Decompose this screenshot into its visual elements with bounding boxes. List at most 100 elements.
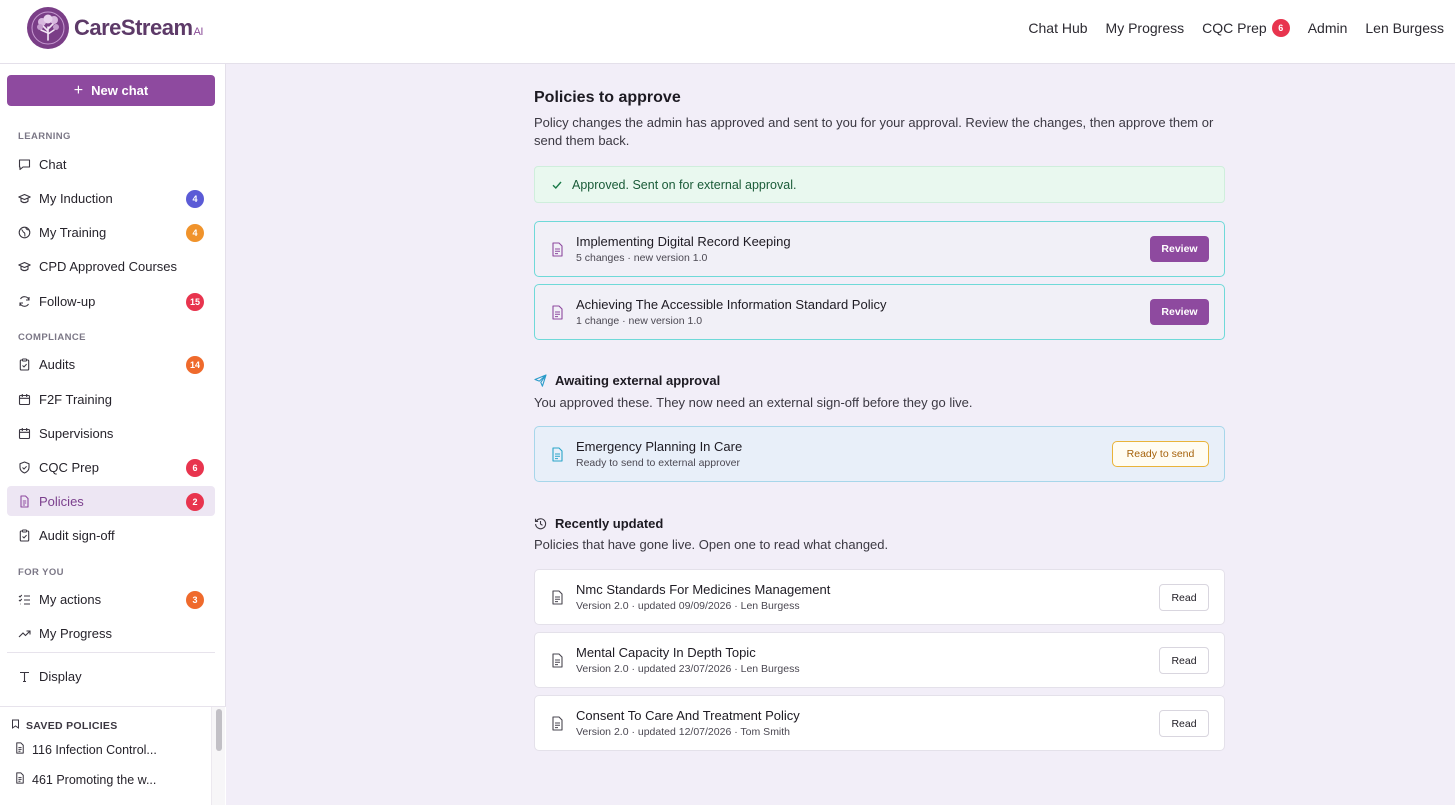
- text-type-icon: [18, 670, 31, 683]
- saved-policies-heading: SAVED POLICIES: [11, 719, 118, 732]
- policy-title: Nmc Standards For Medicines Management: [576, 582, 831, 597]
- sidebar-item-label: CQC Prep: [39, 459, 99, 475]
- section-label-learning: LEARNING: [18, 131, 71, 142]
- tree-logo-icon: [27, 7, 69, 49]
- top-header: CareStreamAI Chat Hub My Progress CQC Pr…: [0, 0, 1455, 64]
- sidebar-item-cpd-courses[interactable]: CPD Approved Courses: [7, 251, 215, 281]
- shield-check-icon: [18, 460, 31, 474]
- count-badge: 14: [185, 356, 204, 374]
- brand-suffix: AI: [193, 26, 204, 38]
- sidebar-item-label: My Progress: [39, 625, 112, 641]
- count-badge: 3: [186, 591, 204, 609]
- saved-policies-label: SAVED POLICIES: [26, 719, 118, 732]
- sidebar-item-f2f-training[interactable]: F2F Training: [7, 384, 215, 414]
- sidebar-item-label: Audits: [39, 356, 76, 372]
- nav-cqc-prep-badge: 6: [1271, 19, 1290, 37]
- sidebar-item-my-actions[interactable]: My actions 3: [7, 584, 215, 614]
- graduation-cap-icon: [18, 192, 31, 205]
- sidebar-item-supervisions[interactable]: Supervisions: [7, 418, 215, 448]
- saved-policies-panel: SAVED POLICIES 116 Infection Control... …: [0, 706, 226, 805]
- graduation-cap-icon: [18, 260, 31, 273]
- count-badge: 2: [186, 493, 204, 511]
- count-badge: 6: [186, 459, 204, 477]
- pending-policy-card[interactable]: Achieving The Accessible Information Sta…: [534, 284, 1225, 340]
- policy-meta: 1 change · new version 1.0: [576, 315, 703, 327]
- sidebar-item-audit-signoff[interactable]: Audit sign-off: [7, 520, 215, 550]
- scrollbar-thumb[interactable]: [216, 709, 222, 751]
- saved-policy-item[interactable]: 461 Promoting the w...: [14, 772, 156, 787]
- count-badge: 4: [186, 224, 204, 242]
- policy-meta: 5 changes · new version 1.0: [576, 252, 708, 264]
- sidebar-item-label: My Induction: [39, 190, 113, 206]
- sidebar-item-label: My Training: [39, 224, 107, 240]
- sidebar-scrollbar[interactable]: [211, 707, 225, 805]
- sidebar-item-cqc-prep[interactable]: CQC Prep 6: [7, 452, 215, 482]
- sidebar-item-audits[interactable]: Audits 14: [7, 349, 215, 379]
- policy-title: Implementing Digital Record Keeping: [576, 234, 791, 249]
- sidebar-item-policies[interactable]: Policies 2: [7, 486, 215, 516]
- recent-policy-card[interactable]: Consent To Care And Treatment Policy Ver…: [534, 695, 1225, 751]
- sidebar-item-my-progress[interactable]: My Progress: [7, 618, 215, 648]
- nav-chat-hub[interactable]: Chat Hub: [1028, 20, 1087, 36]
- sidebar-item-label: Audit sign-off: [39, 527, 115, 543]
- ready-to-send-button[interactable]: Ready to send: [1112, 441, 1209, 467]
- sidebar-item-my-training[interactable]: My Training 4: [7, 217, 215, 247]
- new-chat-button[interactable]: + New chat: [7, 75, 215, 106]
- chat-bubble-icon: [18, 158, 31, 171]
- count-badge: 15: [185, 293, 204, 311]
- review-button[interactable]: Review: [1150, 299, 1209, 325]
- sidebar-item-follow-up[interactable]: Follow-up 15: [7, 286, 215, 316]
- nav-cqc-prep-label: CQC Prep: [1202, 20, 1267, 36]
- clipboard-check-icon: [18, 529, 31, 542]
- success-alert: Approved. Sent on for external approval.: [534, 166, 1225, 203]
- pending-policy-card[interactable]: Implementing Digital Record Keeping 5 ch…: [534, 221, 1225, 277]
- recent-policy-card[interactable]: Mental Capacity In Depth Topic Version 2…: [534, 632, 1225, 688]
- document-icon: [551, 304, 564, 320]
- brand-name: CareStreamAI: [74, 15, 204, 40]
- document-icon: [551, 652, 564, 668]
- trending-up-icon: [18, 627, 31, 640]
- read-button[interactable]: Read: [1159, 647, 1209, 674]
- policy-title: Emergency Planning In Care: [576, 439, 743, 454]
- section-heading-external: Awaiting external approval: [534, 373, 720, 388]
- document-icon: [551, 446, 564, 462]
- send-icon: [534, 374, 547, 387]
- section-heading-label: Awaiting external approval: [555, 373, 721, 388]
- policy-title: Consent To Care And Treatment Policy: [576, 708, 800, 723]
- new-chat-label: New chat: [91, 83, 149, 98]
- saved-policy-item[interactable]: 116 Infection Control...: [14, 742, 157, 757]
- review-button[interactable]: Review: [1150, 236, 1209, 262]
- count-badge: 4: [186, 190, 204, 208]
- external-policy-card[interactable]: Emergency Planning In Care Ready to send…: [534, 426, 1225, 482]
- sidebar-item-my-induction[interactable]: My Induction 4: [7, 183, 215, 213]
- page-title: Policies to approve: [534, 89, 681, 106]
- clipboard-check-icon: [18, 358, 31, 371]
- recent-policy-card[interactable]: Nmc Standards For Medicines Management V…: [534, 569, 1225, 625]
- sidebar-item-label: Follow-up: [39, 293, 96, 309]
- bookmark-icon: [11, 719, 20, 732]
- read-button[interactable]: Read: [1159, 584, 1209, 611]
- section-label-compliance: COMPLIANCE: [18, 332, 86, 343]
- sidebar-item-label: Supervisions: [39, 425, 114, 441]
- sidebar-item-display[interactable]: Display: [7, 661, 215, 691]
- nav-user-menu[interactable]: Len Burgess: [1365, 20, 1444, 36]
- document-icon: [14, 742, 26, 757]
- nav-my-progress[interactable]: My Progress: [1106, 20, 1185, 36]
- sidebar-item-chat[interactable]: Chat: [7, 149, 215, 179]
- check-icon: [551, 179, 563, 191]
- sidebar-item-label: F2F Training: [39, 391, 112, 407]
- section-heading-label: Recently updated: [555, 516, 664, 531]
- nav-cqc-prep[interactable]: CQC Prep 6: [1202, 19, 1290, 37]
- policy-meta: Version 2.0 · updated 12/07/2026 · Tom S…: [576, 726, 791, 738]
- read-button[interactable]: Read: [1159, 710, 1209, 737]
- sidebar-item-label: Policies: [39, 493, 84, 509]
- brand-logo[interactable]: CareStreamAI: [27, 7, 203, 49]
- sidebar-item-label: Display: [39, 668, 82, 684]
- plus-icon: +: [73, 81, 84, 99]
- page-description: Policy changes the admin has approved an…: [534, 115, 1214, 148]
- nav-admin[interactable]: Admin: [1308, 20, 1348, 36]
- section-description: You approved these. They now need an ext…: [534, 395, 973, 410]
- sidebar: + New chat LEARNING Chat My Induction 4 …: [0, 64, 226, 805]
- sidebar-item-label: My actions: [39, 591, 102, 607]
- calendar-icon: [18, 393, 31, 406]
